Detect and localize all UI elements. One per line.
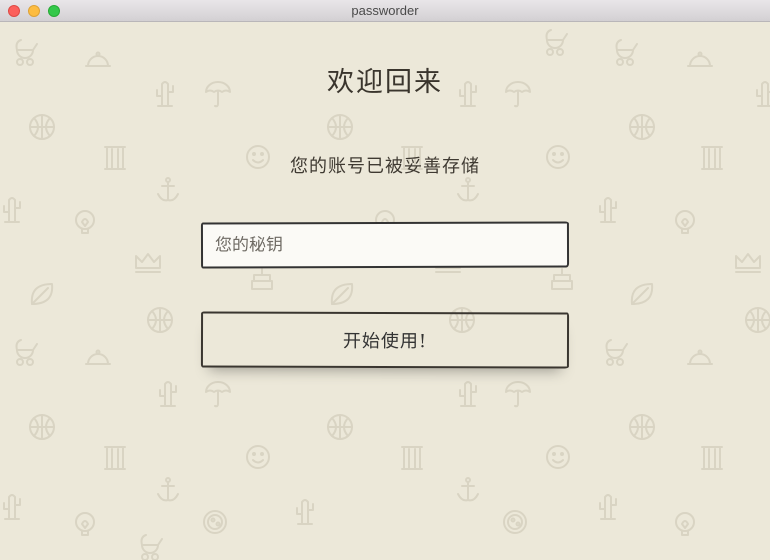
get-started-button[interactable]: 开始使用! (200, 311, 570, 369)
pizza-icon (203, 510, 527, 534)
leaf-icon (30, 283, 654, 305)
window-title: passworder (351, 3, 419, 18)
app-window: passworder 欢迎回来 您的账号已被妥善存储 开始使用! (0, 0, 770, 560)
title-bar[interactable]: passworder (0, 0, 770, 22)
column-icon (104, 146, 723, 470)
secret-key-input[interactable] (200, 221, 570, 269)
welcome-heading: 欢迎回来 (327, 67, 443, 98)
account-stored-message: 您的账号已被妥善存储 (290, 156, 480, 177)
cake-icon (251, 268, 573, 290)
stroller-icon (15, 29, 638, 560)
background-pattern (3, 29, 770, 560)
smiley-icon (246, 145, 570, 469)
